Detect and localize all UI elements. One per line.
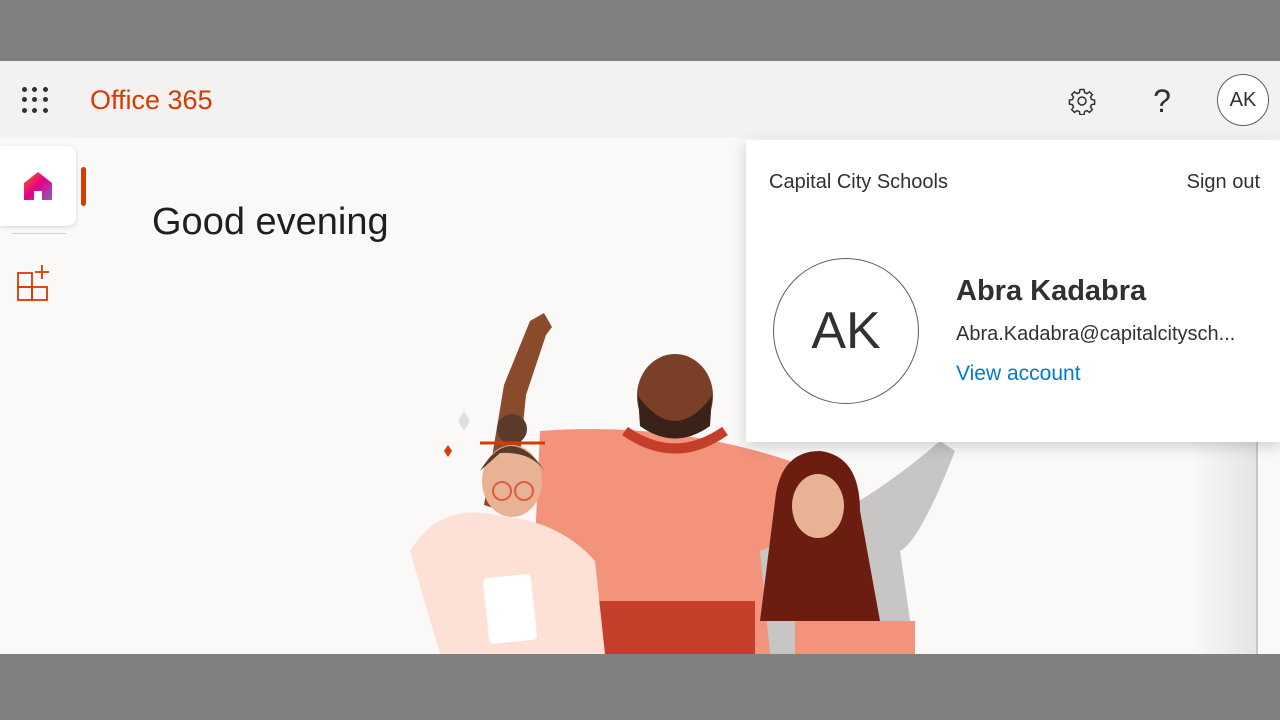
gear-icon: [1068, 88, 1096, 115]
account-manager-panel: Capital City Schools Sign out AK Abra Ka…: [746, 140, 1280, 442]
apps-add-icon: [17, 265, 49, 301]
account-avatar-large: AK: [773, 258, 919, 404]
office-home-page: Office 365 ? AK Good evening Capital Cit…: [0, 61, 1280, 654]
rail-item-home[interactable]: [0, 146, 76, 226]
rail-selected-indicator: [81, 167, 86, 206]
app-launcher-button[interactable]: [14, 79, 56, 121]
sign-out-link[interactable]: Sign out: [1187, 171, 1260, 194]
help-icon: ?: [1153, 82, 1171, 119]
top-header: Office 365 ? AK: [0, 61, 1280, 138]
account-avatar-button[interactable]: AK: [1217, 74, 1269, 126]
app-launcher-icon: [22, 87, 48, 113]
user-display-name: Abra Kadabra: [956, 275, 1147, 307]
greeting-heading: Good evening: [152, 201, 389, 243]
organization-name: Capital City Schools: [769, 171, 948, 193]
background-card-edge: [1190, 441, 1258, 654]
home-icon: [24, 172, 52, 200]
rail-item-create[interactable]: [12, 261, 56, 305]
background-scroll-edge: [1256, 441, 1258, 654]
settings-button[interactable]: [1060, 79, 1104, 123]
help-button[interactable]: ?: [1140, 79, 1184, 123]
rail-divider: [12, 233, 66, 234]
view-account-link[interactable]: View account: [956, 362, 1081, 386]
brand-link[interactable]: Office 365: [90, 85, 213, 116]
user-email: Abra.Kadabra@capitalcitysch...: [956, 323, 1236, 345]
